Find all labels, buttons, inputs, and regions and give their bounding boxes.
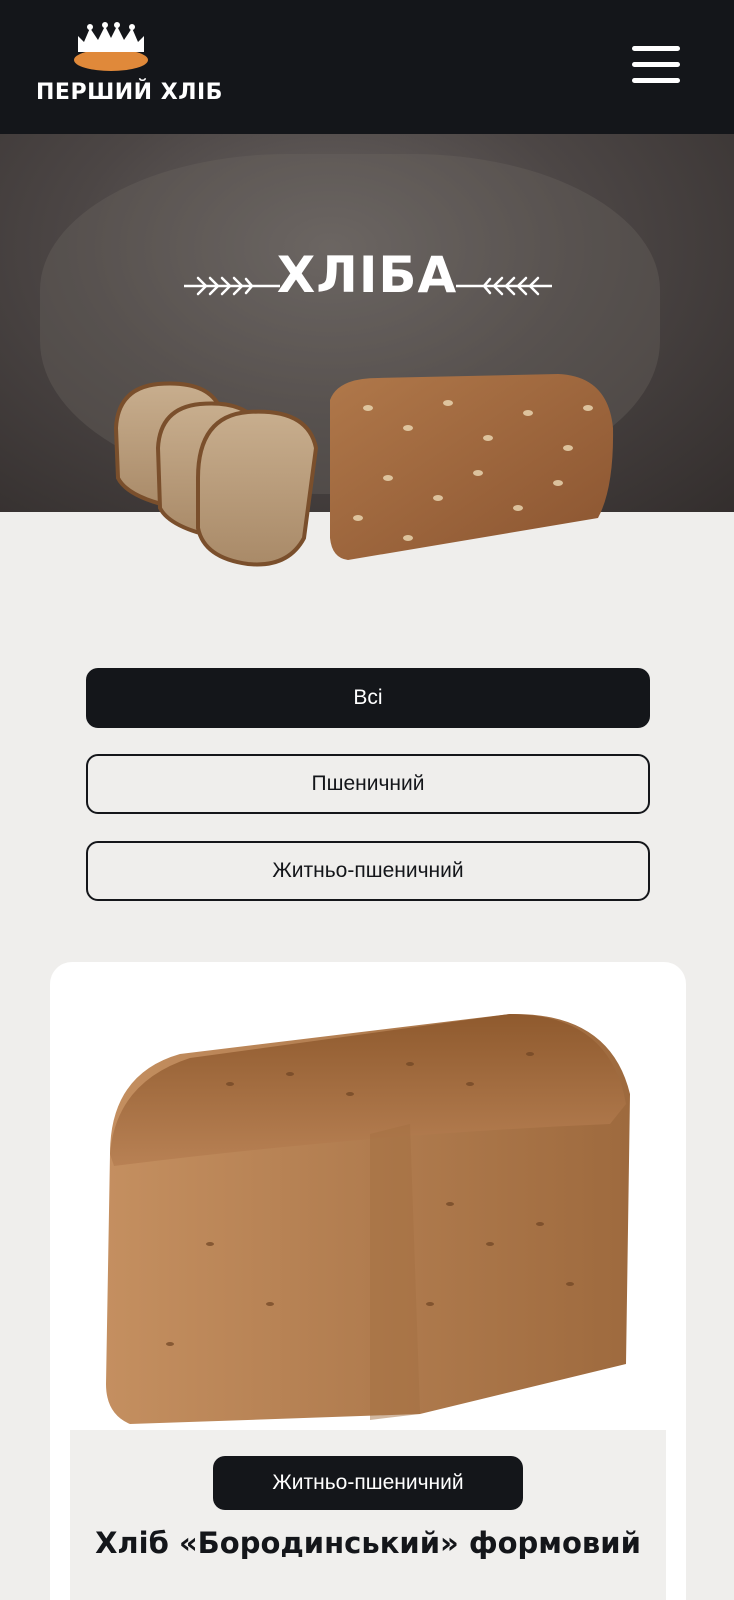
page-title: ХЛІБА <box>276 246 458 304</box>
filter-all-button[interactable]: Всі <box>86 668 650 728</box>
wheat-right-icon <box>456 276 552 296</box>
logo[interactable]: ПЕРШИЙ ХЛІБ <box>36 22 223 112</box>
sliced-bread-image <box>113 374 614 567</box>
filter-wheat-button[interactable]: Пшеничний <box>86 754 650 814</box>
crown-bread-icon <box>74 22 148 71</box>
filter-rye-wheat-button[interactable]: Житньо-пшеничний <box>86 841 650 901</box>
product-name[interactable]: Хліб «Бородинський» формовий <box>50 1526 686 1560</box>
logo-text: ПЕРШИЙ ХЛІБ <box>36 80 223 105</box>
product-image <box>70 984 666 1430</box>
hamburger-menu-icon[interactable] <box>632 44 682 84</box>
site-header: ПЕРШИЙ ХЛІБ <box>0 0 734 134</box>
product-category-badge: Житньо-пшеничний <box>213 1456 523 1510</box>
